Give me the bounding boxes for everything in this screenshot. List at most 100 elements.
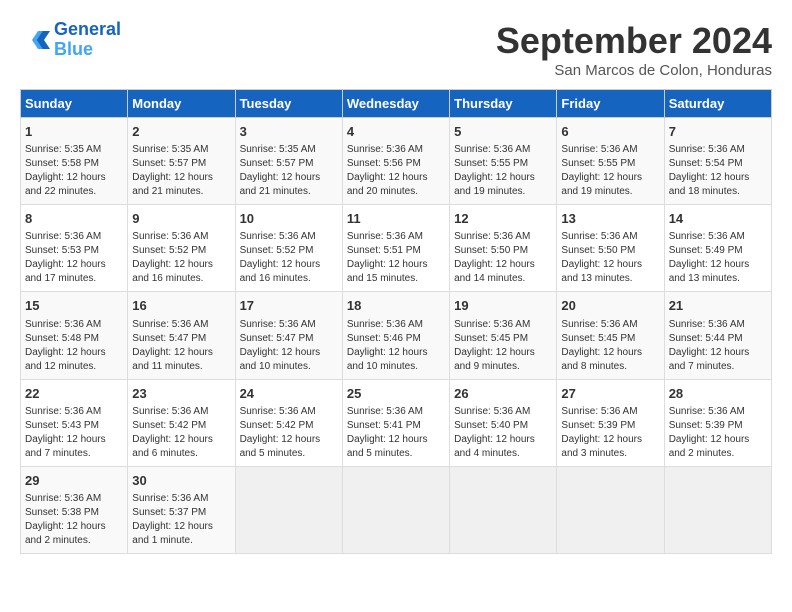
day-info: Sunrise: 5:36 AM Sunset: 5:55 PM Dayligh… (561, 143, 659, 199)
day-number: 1 (25, 123, 123, 141)
calendar-week-row: 8 Sunrise: 5:36 AM Sunset: 5:53 PM Daylig… (21, 205, 772, 292)
table-row: 6 Sunrise: 5:36 AM Sunset: 5:55 PM Daylig… (557, 118, 664, 205)
day-info: Sunrise: 5:36 AM Sunset: 5:49 PM Dayligh… (669, 230, 767, 286)
day-info: Sunrise: 5:36 AM Sunset: 5:44 PM Dayligh… (669, 318, 767, 374)
table-row: 19 Sunrise: 5:36 AM Sunset: 5:45 PM Dayli… (450, 292, 557, 379)
day-number: 30 (132, 472, 230, 490)
day-info: Sunrise: 5:36 AM Sunset: 5:51 PM Dayligh… (347, 230, 445, 286)
day-number: 10 (240, 210, 338, 228)
day-info: Sunrise: 5:36 AM Sunset: 5:41 PM Dayligh… (347, 405, 445, 461)
table-row (342, 466, 449, 553)
day-number: 13 (561, 210, 659, 228)
table-row: 28 Sunrise: 5:36 AM Sunset: 5:39 PM Dayli… (664, 379, 771, 466)
day-info: Sunrise: 5:36 AM Sunset: 5:54 PM Dayligh… (669, 143, 767, 199)
col-tuesday: Tuesday (235, 90, 342, 118)
table-row: 8 Sunrise: 5:36 AM Sunset: 5:53 PM Daylig… (21, 205, 128, 292)
table-row: 30Sunrise: 5:36 AM Sunset: 5:37 PM Dayli… (128, 466, 235, 553)
day-info: Sunrise: 5:36 AM Sunset: 5:40 PM Dayligh… (454, 405, 552, 461)
day-number: 15 (25, 297, 123, 315)
day-number: 6 (561, 123, 659, 141)
day-info: Sunrise: 5:36 AM Sunset: 5:56 PM Dayligh… (347, 143, 445, 199)
table-row: 22 Sunrise: 5:36 AM Sunset: 5:43 PM Dayli… (21, 379, 128, 466)
month-title: September 2024 (496, 20, 772, 62)
table-row (557, 466, 664, 553)
logo-icon (20, 25, 50, 55)
table-row: 25 Sunrise: 5:36 AM Sunset: 5:41 PM Dayli… (342, 379, 449, 466)
day-info: Sunrise: 5:36 AM Sunset: 5:42 PM Dayligh… (132, 405, 230, 461)
calendar-week-row: 22 Sunrise: 5:36 AM Sunset: 5:43 PM Dayli… (21, 379, 772, 466)
table-row (664, 466, 771, 553)
table-row: 27 Sunrise: 5:36 AM Sunset: 5:39 PM Dayli… (557, 379, 664, 466)
day-number: 18 (347, 297, 445, 315)
day-number: 23 (132, 385, 230, 403)
day-number: 17 (240, 297, 338, 315)
day-info: Sunrise: 5:35 AM Sunset: 5:58 PM Dayligh… (25, 143, 123, 199)
table-row: 1 Sunrise: 5:35 AM Sunset: 5:58 PM Daylig… (21, 118, 128, 205)
day-number: 16 (132, 297, 230, 315)
table-row: 21 Sunrise: 5:36 AM Sunset: 5:44 PM Dayli… (664, 292, 771, 379)
table-row: 10 Sunrise: 5:36 AM Sunset: 5:52 PM Dayli… (235, 205, 342, 292)
table-row: 5 Sunrise: 5:36 AM Sunset: 5:55 PM Daylig… (450, 118, 557, 205)
table-row: 26 Sunrise: 5:36 AM Sunset: 5:40 PM Dayli… (450, 379, 557, 466)
day-number: 28 (669, 385, 767, 403)
title-block: September 2024 San Marcos de Colon, Hond… (496, 20, 772, 79)
header-row: Sunday Monday Tuesday Wednesday Thursday… (21, 90, 772, 118)
day-number: 29 (25, 472, 123, 490)
day-number: 27 (561, 385, 659, 403)
day-info: Sunrise: 5:36 AM Sunset: 5:42 PM Dayligh… (240, 405, 338, 461)
day-number: 19 (454, 297, 552, 315)
col-monday: Monday (128, 90, 235, 118)
day-info: Sunrise: 5:35 AM Sunset: 5:57 PM Dayligh… (132, 143, 230, 199)
table-row: 24 Sunrise: 5:36 AM Sunset: 5:42 PM Dayli… (235, 379, 342, 466)
day-info: Sunrise: 5:36 AM Sunset: 5:45 PM Dayligh… (454, 318, 552, 374)
col-friday: Friday (557, 90, 664, 118)
day-number: 5 (454, 123, 552, 141)
table-row: 16 Sunrise: 5:36 AM Sunset: 5:47 PM Dayli… (128, 292, 235, 379)
day-info: Sunrise: 5:36 AM Sunset: 5:52 PM Dayligh… (132, 230, 230, 286)
day-info: Sunrise: 5:36 AM Sunset: 5:39 PM Dayligh… (669, 405, 767, 461)
table-row: 15 Sunrise: 5:36 AM Sunset: 5:48 PM Dayli… (21, 292, 128, 379)
logo-text: General Blue (54, 20, 121, 60)
day-info: Sunrise: 5:36 AM Sunset: 5:50 PM Dayligh… (454, 230, 552, 286)
day-info: Sunrise: 5:36 AM Sunset: 5:52 PM Dayligh… (240, 230, 338, 286)
table-row: 13 Sunrise: 5:36 AM Sunset: 5:50 PM Dayli… (557, 205, 664, 292)
table-row (450, 466, 557, 553)
table-row: 18 Sunrise: 5:36 AM Sunset: 5:46 PM Dayli… (342, 292, 449, 379)
day-info: Sunrise: 5:36 AM Sunset: 5:45 PM Dayligh… (561, 318, 659, 374)
day-info: Sunrise: 5:36 AM Sunset: 5:53 PM Dayligh… (25, 230, 123, 286)
day-info: Sunrise: 5:36 AM Sunset: 5:50 PM Dayligh… (561, 230, 659, 286)
table-row: 7 Sunrise: 5:36 AM Sunset: 5:54 PM Daylig… (664, 118, 771, 205)
day-info: Sunrise: 5:36 AM Sunset: 5:55 PM Dayligh… (454, 143, 552, 199)
day-info: Sunrise: 5:36 AM Sunset: 5:46 PM Dayligh… (347, 318, 445, 374)
table-row: 17Sunrise: 5:36 AM Sunset: 5:47 PM Dayli… (235, 292, 342, 379)
day-number: 21 (669, 297, 767, 315)
day-number: 7 (669, 123, 767, 141)
table-row: 4Sunrise: 5:36 AM Sunset: 5:56 PM Daylig… (342, 118, 449, 205)
day-number: 26 (454, 385, 552, 403)
table-row (235, 466, 342, 553)
table-row: 2 Sunrise: 5:35 AM Sunset: 5:57 PM Daylig… (128, 118, 235, 205)
day-number: 22 (25, 385, 123, 403)
calendar-week-row: 15 Sunrise: 5:36 AM Sunset: 5:48 PM Dayli… (21, 292, 772, 379)
day-info: Sunrise: 5:35 AM Sunset: 5:57 PM Dayligh… (240, 143, 338, 199)
col-wednesday: Wednesday (342, 90, 449, 118)
table-row: 9Sunrise: 5:36 AM Sunset: 5:52 PM Daylig… (128, 205, 235, 292)
location-subtitle: San Marcos de Colon, Honduras (496, 62, 772, 79)
day-info: Sunrise: 5:36 AM Sunset: 5:39 PM Dayligh… (561, 405, 659, 461)
day-number: 2 (132, 123, 230, 141)
table-row: 23 Sunrise: 5:36 AM Sunset: 5:42 PM Dayli… (128, 379, 235, 466)
calendar-week-row: 29 Sunrise: 5:36 AM Sunset: 5:38 PM Dayli… (21, 466, 772, 553)
table-row: 12Sunrise: 5:36 AM Sunset: 5:50 PM Dayli… (450, 205, 557, 292)
col-thursday: Thursday (450, 90, 557, 118)
day-number: 14 (669, 210, 767, 228)
day-info: Sunrise: 5:36 AM Sunset: 5:47 PM Dayligh… (132, 318, 230, 374)
day-info: Sunrise: 5:36 AM Sunset: 5:43 PM Dayligh… (25, 405, 123, 461)
table-row: 29 Sunrise: 5:36 AM Sunset: 5:38 PM Dayli… (21, 466, 128, 553)
day-number: 24 (240, 385, 338, 403)
day-info: Sunrise: 5:36 AM Sunset: 5:38 PM Dayligh… (25, 492, 123, 548)
day-number: 25 (347, 385, 445, 403)
day-info: Sunrise: 5:36 AM Sunset: 5:48 PM Dayligh… (25, 318, 123, 374)
day-number: 8 (25, 210, 123, 228)
logo: General Blue (20, 20, 121, 60)
table-row: 11Sunrise: 5:36 AM Sunset: 5:51 PM Dayli… (342, 205, 449, 292)
